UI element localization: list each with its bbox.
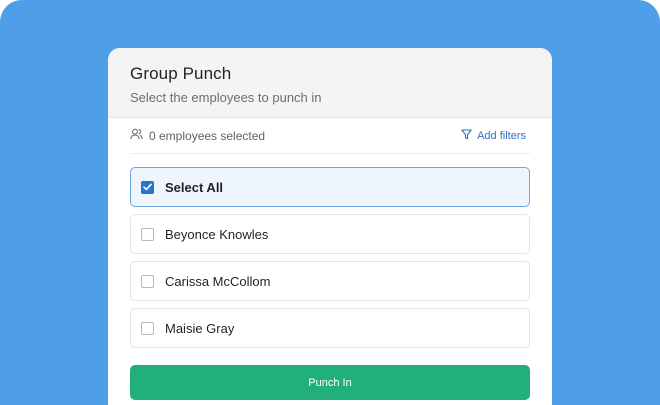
punch-in-button[interactable]: Punch In xyxy=(130,365,530,400)
employee-name: Maisie Gray xyxy=(165,320,235,336)
employee-checkbox[interactable] xyxy=(141,321,154,335)
dialog-subtitle: Select the employees to punch in xyxy=(130,90,322,105)
employee-list: Select All Beyonce Knowles Carissa McCol… xyxy=(130,167,530,355)
list-item[interactable]: Maisie Gray xyxy=(130,308,530,348)
select-all-row[interactable]: Select All xyxy=(130,167,530,207)
employee-checkbox[interactable] xyxy=(141,227,154,241)
filter-icon xyxy=(461,128,472,143)
selected-count-label: 0 employees selected xyxy=(149,128,266,143)
employee-name: Beyonce Knowles xyxy=(165,226,269,242)
group-punch-dialog: Group Punch Select the employees to punc… xyxy=(108,48,552,405)
selected-count: 0 employees selected xyxy=(130,128,265,143)
employee-checkbox[interactable] xyxy=(141,274,154,288)
dialog-title: Group Punch xyxy=(130,64,232,83)
selection-toolbar: 0 employees selected Add filters xyxy=(130,118,530,154)
users-icon xyxy=(130,128,143,143)
select-all-checkbox[interactable] xyxy=(141,180,154,194)
backdrop: Group Punch Select the employees to punc… xyxy=(0,0,660,405)
add-filters-button[interactable]: Add filters xyxy=(461,128,530,143)
list-item[interactable]: Carissa McCollom xyxy=(130,261,530,301)
employee-name: Carissa McCollom xyxy=(165,273,271,289)
dialog-header: Group Punch Select the employees to punc… xyxy=(108,48,552,118)
add-filters-label: Add filters xyxy=(477,129,526,142)
list-item[interactable]: Beyonce Knowles xyxy=(130,214,530,254)
select-all-label: Select All xyxy=(165,179,224,195)
